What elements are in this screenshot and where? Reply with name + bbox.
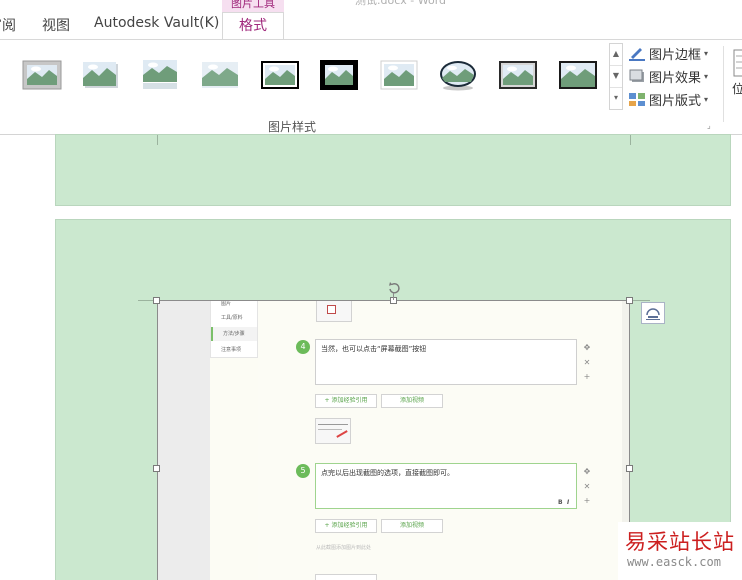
picture-layout-icon	[629, 93, 645, 106]
gallery-scroll-up-icon[interactable]: ▲	[610, 44, 622, 66]
rotate-handle-icon[interactable]	[387, 281, 401, 295]
step-5-delete-icon[interactable]: ✕	[582, 482, 592, 491]
faint-helper-text: 从此截图添加图片到此处	[316, 545, 372, 551]
picture-border-dropdown-icon: ▾	[704, 48, 709, 58]
web-main-content: 4 当然，也可以点击“屏幕截图”按钮 ✥ ✕ + + 添加经验引用 添加视频 5…	[258, 300, 630, 580]
picture-style-double-frame-black[interactable]	[260, 58, 300, 92]
margin-mark-right	[630, 135, 631, 145]
picture-border-button[interactable]: 图片边框 ▾	[628, 43, 708, 63]
step-4-add-reference-button[interactable]: + 添加经验引用	[315, 394, 377, 408]
picture-style-thick-matte-black[interactable]	[319, 58, 359, 92]
step-4-text: 当然，也可以点击“屏幕截图”按钮	[321, 345, 427, 353]
picture-effects-dropdown-icon: ▾	[704, 71, 709, 81]
gallery-more-icon[interactable]: ▾	[610, 88, 622, 110]
picture-style-oval[interactable]	[438, 58, 478, 92]
web-left-panel	[158, 300, 210, 580]
gallery-scroll-down-icon[interactable]: ▼	[610, 66, 622, 88]
watermark-title: 易采站长站	[625, 530, 735, 554]
partial-bottom-button	[315, 574, 377, 580]
resize-handle-middle-left[interactable]	[153, 465, 160, 472]
picture-effects-label: 图片效果	[649, 70, 702, 86]
step-4-textbox[interactable]: 当然，也可以点击“屏幕截图”按钮	[315, 339, 577, 385]
watermark-url: www.easck.com	[627, 555, 721, 569]
step-4-image-thumb	[315, 418, 351, 444]
picture-effects-button[interactable]: 图片效果 ▾	[628, 66, 708, 86]
web-step-nav: 图片 工具/原料 方法/步骤 注意事项	[210, 300, 258, 358]
gallery-scroll: ▲ ▼ ▾	[609, 43, 623, 110]
picture-layout-button[interactable]: 图片版式 ▾	[628, 89, 708, 109]
picture-style-metal-frame[interactable]	[498, 58, 538, 92]
resize-handle-top-left[interactable]	[153, 297, 160, 304]
italic-button[interactable]: I	[567, 499, 569, 506]
tab-autodesk-vault[interactable]: Autodesk Vault(K)	[94, 15, 219, 31]
inserted-picture[interactable]: 图片 工具/原料 方法/步骤 注意事项 4 当然，也可以点击“屏幕截图”按钮 ✥…	[157, 300, 630, 580]
step-5-add-video-button[interactable]: 添加视频	[381, 519, 443, 533]
tab-view[interactable]: 视图	[42, 15, 70, 35]
resize-handle-middle-right[interactable]	[626, 465, 633, 472]
step-4-add-video-button[interactable]: 添加视频	[381, 394, 443, 408]
step-5-number: 5	[296, 464, 310, 478]
picture-style-drop-shadow[interactable]	[81, 58, 121, 92]
tab-format[interactable]: 格式	[222, 12, 284, 40]
document-title: 测试.docx - Word	[355, 0, 447, 7]
tab-review[interactable]: 审阅	[0, 15, 16, 35]
layout-options-icon	[646, 308, 660, 320]
layout-options-button[interactable]	[641, 302, 665, 324]
picture-layout-dropdown-icon: ▾	[704, 94, 709, 104]
picture-style-simple-frame-white[interactable]	[379, 58, 419, 92]
step-4-add-icon[interactable]: +	[582, 372, 592, 381]
ribbon-format: ▲ ▼ ▾ 图片边框 ▾ 图片效果 ▾ 图片版式 ▾ 图片样式 ⌟ 位	[0, 40, 742, 135]
nav-item-steps: 方法/步骤	[211, 327, 257, 341]
position-label[interactable]: 位	[732, 80, 742, 97]
picture-style-reflected[interactable]	[141, 58, 181, 92]
step-5-textbox[interactable]: 点完以后出现截图的选项，直接截图即可。 B I	[315, 463, 577, 509]
step-4-move-icon[interactable]: ✥	[582, 343, 592, 352]
margin-mark-right-top	[631, 300, 650, 301]
group-separator	[723, 46, 724, 122]
nav-item-tools: 工具/原料	[221, 315, 243, 321]
picture-styles-gallery	[18, 54, 608, 114]
bold-button[interactable]: B	[558, 499, 563, 506]
step-5-text: 点完以后出现截图的选项，直接截图即可。	[321, 469, 454, 477]
step-5-add-icon[interactable]: +	[582, 496, 592, 505]
nav-item-picture: 图片	[221, 301, 232, 307]
step-5-add-reference-button[interactable]: + 添加经验引用	[315, 519, 377, 533]
picture-style-simple-frame-gray[interactable]	[22, 58, 62, 92]
ribbon-tab-bar: 测试.docx - Word 图片工具 审阅 视图 Autodesk Vault…	[0, 0, 742, 40]
picture-styles-group-label: 图片样式	[268, 120, 317, 134]
step-4-number: 4	[296, 340, 310, 354]
picture-border-icon	[629, 48, 645, 61]
picture-effects-icon	[629, 69, 644, 82]
picture-layout-label: 图片版式	[649, 93, 702, 109]
resize-handle-top-right[interactable]	[626, 297, 633, 304]
step-5-move-icon[interactable]: ✥	[582, 467, 592, 476]
document-page-1	[55, 134, 731, 206]
picture-style-soft-edge[interactable]	[200, 58, 240, 92]
picture-style-center-shadow[interactable]	[558, 58, 598, 92]
picture-border-label: 图片边框	[649, 47, 702, 63]
selection-left-edge	[157, 300, 158, 580]
step-4-delete-icon[interactable]: ✕	[582, 358, 592, 367]
nav-item-notes: 注意事项	[221, 347, 242, 353]
margin-mark-left	[157, 135, 158, 145]
dialog-launcher-icon[interactable]: ⌟	[707, 122, 716, 131]
picture-tools-context-label: 图片工具	[222, 0, 284, 12]
rotate-handle-stem	[393, 293, 394, 300]
screenshot-thumb-top	[316, 300, 352, 322]
